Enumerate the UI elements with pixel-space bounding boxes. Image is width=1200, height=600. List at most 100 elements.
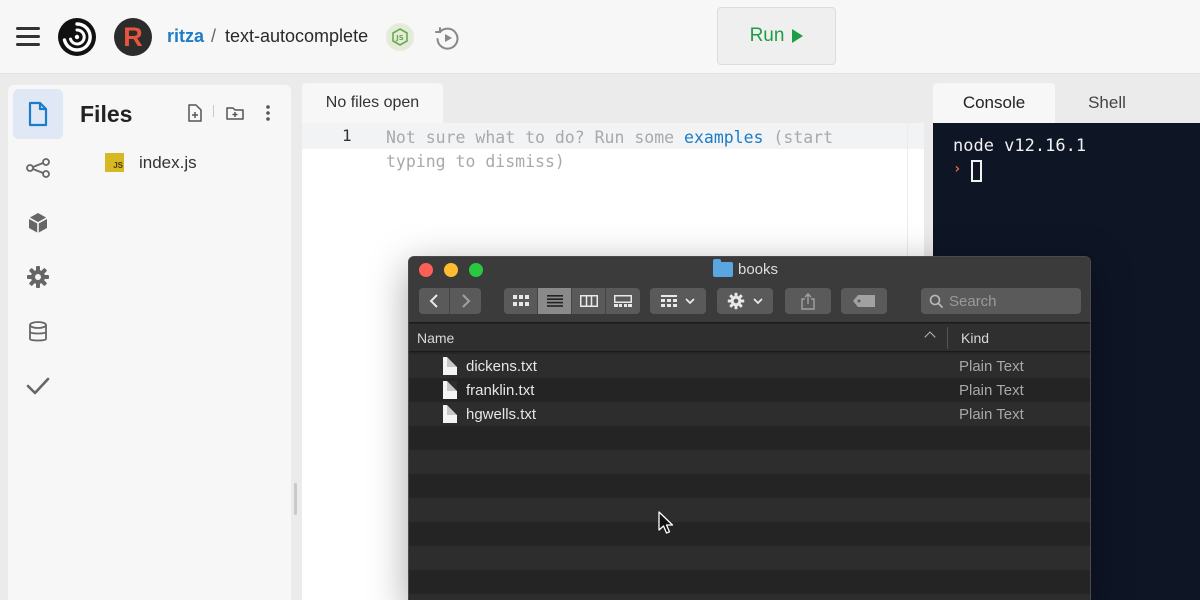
svg-text:JS: JS — [395, 34, 404, 42]
sidebar-item-settings[interactable] — [13, 252, 63, 302]
sidebar-rail — [8, 85, 70, 600]
toolbar-divider — [213, 105, 214, 117]
examples-link[interactable]: examples — [684, 128, 763, 147]
hint-prefix: Not sure what to do? Run some — [386, 128, 685, 147]
play-icon — [792, 29, 804, 43]
add-folder-icon[interactable] — [225, 103, 245, 123]
file-name: franklin.txt — [466, 382, 535, 399]
navigation-buttons — [419, 288, 481, 314]
sidebar-item-database[interactable] — [13, 307, 63, 357]
finder-title: books — [713, 259, 779, 278]
files-panel-title: Files — [80, 101, 133, 127]
empty-row — [409, 426, 1090, 450]
column-header-name[interactable]: Name — [417, 330, 454, 346]
file-kind: Plain Text — [959, 358, 1024, 375]
run-button-label: Run — [749, 25, 785, 46]
sidebar-item-files[interactable] — [13, 89, 63, 139]
nodejs-language-icon[interactable]: JS — [386, 23, 414, 51]
file-kind: Plain Text — [959, 382, 1024, 399]
group-by-dropdown[interactable] — [650, 288, 706, 314]
file-list: dickens.txt Plain Text franklin.txt Plai… — [409, 354, 1090, 600]
empty-row — [409, 594, 1090, 600]
back-button[interactable] — [419, 288, 450, 314]
tab-console[interactable]: Console — [933, 83, 1055, 123]
add-file-icon[interactable] — [185, 103, 205, 123]
zoom-window-button[interactable] — [469, 263, 483, 277]
column-header: Name Kind — [409, 324, 1090, 352]
column-header-kind[interactable]: Kind — [961, 330, 989, 346]
column-divider[interactable] — [947, 327, 948, 349]
list-view-icon — [546, 295, 563, 307]
history-icon[interactable] — [432, 23, 462, 53]
finder-titlebar[interactable]: books — [409, 257, 1090, 323]
sidebar-item-version-control[interactable] — [13, 143, 63, 193]
document-icon — [443, 405, 457, 423]
gallery-view-icon — [614, 295, 632, 307]
breadcrumb-separator: / — [211, 26, 217, 46]
more-options-icon[interactable] — [258, 103, 278, 123]
sidebar-item-packages[interactable] — [13, 198, 63, 248]
replit-logo[interactable] — [56, 16, 98, 58]
empty-row — [409, 522, 1090, 546]
search-icon — [929, 294, 943, 308]
icon-view-button[interactable] — [504, 288, 538, 314]
gear-icon — [727, 292, 745, 310]
database-icon — [29, 321, 47, 342]
empty-row — [409, 546, 1090, 570]
forward-button[interactable] — [450, 288, 481, 314]
packages-cube-icon — [28, 213, 48, 233]
document-icon — [443, 381, 457, 399]
close-window-button[interactable] — [419, 263, 433, 277]
column-view-icon — [579, 295, 598, 307]
console-prompt-icon: › — [953, 161, 962, 177]
js-file-icon: JS — [105, 153, 124, 172]
console-output-line: node v12.16.1 — [953, 136, 1087, 156]
run-button[interactable]: Run — [717, 7, 836, 65]
group-by-button[interactable] — [650, 288, 706, 314]
empty-row — [409, 570, 1090, 594]
grid-view-icon — [512, 295, 529, 306]
file-name: hgwells.txt — [466, 406, 537, 423]
file-tree-item[interactable]: JS index.js — [70, 149, 291, 179]
finder-title-text: books — [738, 261, 779, 278]
sidebar-item-unit-tests[interactable] — [13, 361, 63, 411]
breadcrumb-repl-name[interactable]: text-autocomplete — [225, 26, 368, 47]
table-row[interactable]: dickens.txt Plain Text — [409, 354, 1090, 378]
sort-ascending-icon[interactable] — [924, 331, 936, 343]
chevron-right-icon — [461, 294, 470, 308]
share-button-group — [785, 288, 831, 314]
view-mode-buttons — [504, 288, 640, 314]
tags-button[interactable] — [841, 288, 887, 314]
breadcrumb-owner-link[interactable]: ritza — [167, 26, 204, 47]
files-panel: Files JS index.js — [70, 85, 291, 600]
gallery-view-button[interactable] — [606, 288, 640, 314]
file-icon — [28, 101, 48, 127]
mouse-pointer-icon — [658, 511, 674, 534]
user-avatar[interactable]: R — [114, 18, 152, 56]
menu-icon[interactable] — [16, 27, 40, 46]
action-dropdown[interactable] — [717, 288, 773, 314]
folder-icon — [713, 259, 733, 277]
editor-placeholder-hint: Not sure what to do? Run some examples (… — [386, 126, 886, 174]
tab-shell[interactable]: Shell — [1059, 83, 1155, 123]
group-grid-icon — [661, 294, 677, 307]
finder-search-box[interactable] — [921, 288, 1081, 314]
tags-button-group — [841, 288, 887, 314]
editor-tab[interactable]: No files open — [302, 83, 443, 123]
finder-window[interactable]: books Search Name Kind dickens.txt Plain… — [408, 256, 1091, 600]
list-view-button[interactable] — [538, 288, 572, 314]
action-button[interactable] — [717, 288, 773, 314]
column-view-button[interactable] — [572, 288, 606, 314]
console-tab-bar: Console Shell — [933, 83, 1200, 123]
table-row[interactable]: hgwells.txt Plain Text — [409, 402, 1090, 426]
document-icon — [443, 357, 457, 375]
chevron-down-icon — [685, 297, 695, 304]
search-input[interactable] — [949, 292, 1069, 310]
line-number: 1 — [342, 126, 352, 145]
share-button[interactable] — [785, 288, 831, 314]
panel-resize-handle[interactable] — [294, 483, 297, 515]
tag-icon — [853, 295, 875, 307]
minimize-window-button[interactable] — [444, 263, 458, 277]
table-row[interactable]: franklin.txt Plain Text — [409, 378, 1090, 402]
checkmark-icon — [26, 377, 50, 395]
